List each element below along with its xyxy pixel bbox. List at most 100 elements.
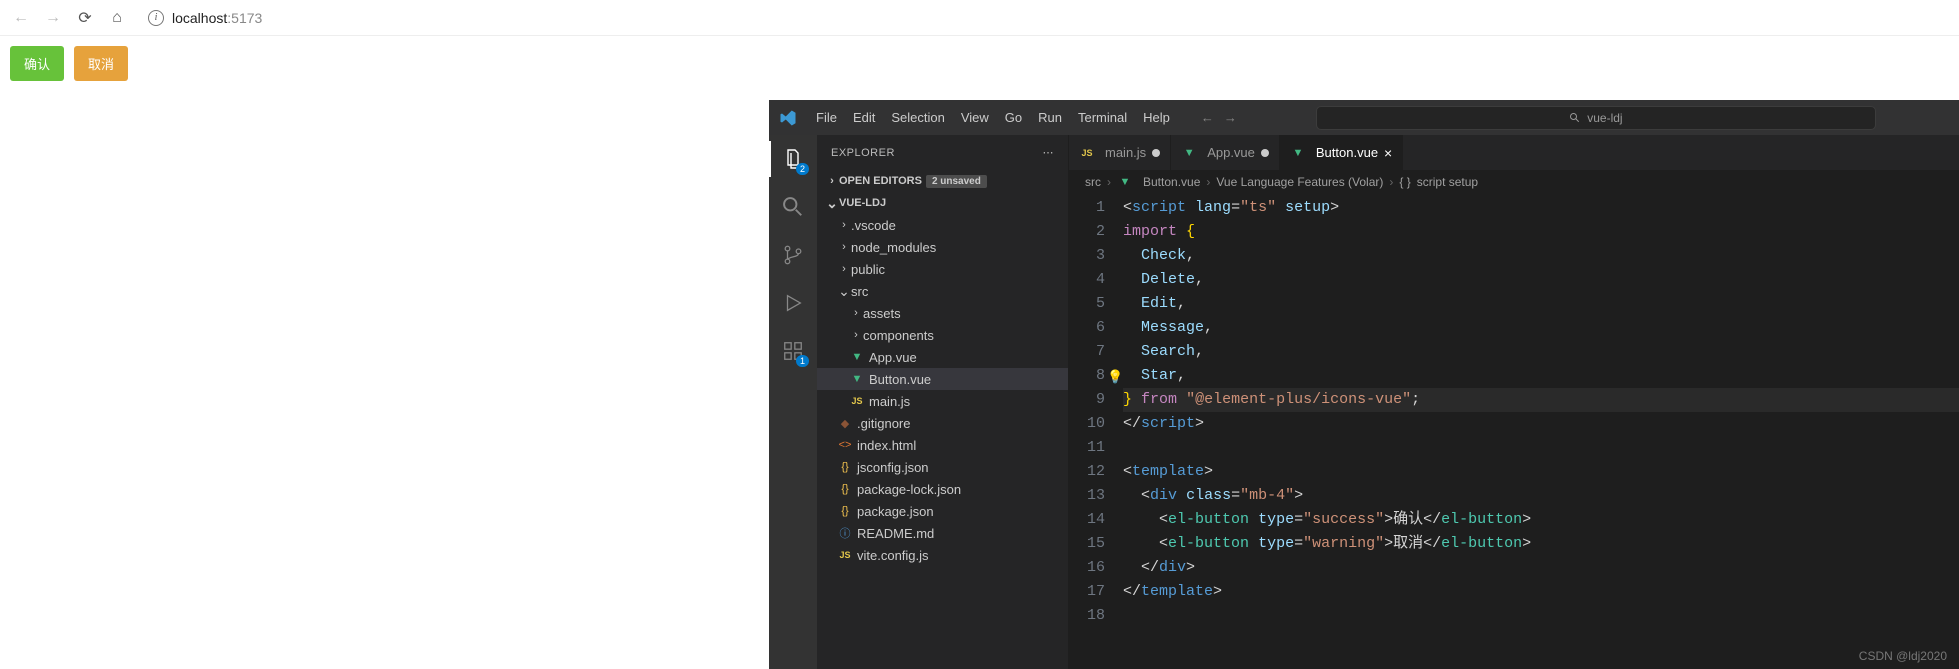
- tree-button-vue[interactable]: ▼Button.vue: [817, 368, 1068, 390]
- js-icon: JS: [1079, 145, 1095, 161]
- crumb-scope: script setup: [1417, 175, 1478, 189]
- menu-run[interactable]: Run: [1031, 106, 1069, 129]
- search-icon: [782, 196, 804, 218]
- branch-icon: [782, 244, 804, 266]
- code-editor[interactable]: 123456789101112131415161718 💡 <script la…: [1069, 194, 1959, 669]
- nav-back-icon[interactable]: ←: [1201, 110, 1214, 125]
- dirty-dot-icon: [1261, 149, 1269, 157]
- tab-main-js[interactable]: JSmain.js: [1069, 135, 1171, 170]
- lightbulb-icon[interactable]: 💡: [1107, 366, 1123, 390]
- menu-edit[interactable]: Edit: [846, 106, 882, 129]
- nav-forward-icon[interactable]: →: [1224, 110, 1237, 125]
- open-editors-section[interactable]: OPEN EDITORS 2 unsaved: [817, 170, 1068, 192]
- chevron-right-icon: [849, 307, 863, 319]
- confirm-button[interactable]: 确认: [10, 46, 64, 81]
- project-name: VUE-LDJ: [839, 197, 886, 209]
- sidebar-header: EXPLORER ⋯: [817, 135, 1068, 170]
- reload-icon[interactable]: ⟳: [76, 9, 94, 27]
- tree-index-html[interactable]: <>index.html: [817, 434, 1068, 456]
- tree-components[interactable]: components: [817, 324, 1068, 346]
- open-editors-label: OPEN EDITORS: [839, 175, 922, 187]
- tab-button-vue[interactable]: ▼Button.vue×: [1280, 135, 1403, 170]
- tab-app-vue[interactable]: ▼App.vue: [1171, 135, 1280, 170]
- extensions-badge: 1: [796, 355, 809, 367]
- vscode-window: File Edit Selection View Go Run Terminal…: [769, 100, 1959, 669]
- json-icon: {}: [837, 481, 853, 497]
- info-icon[interactable]: i: [148, 10, 164, 26]
- chevron-right-icon: [825, 175, 839, 187]
- tree-vscode[interactable]: .vscode: [817, 214, 1068, 236]
- chevron-right-icon: [837, 219, 851, 231]
- activity-bar: 2 1: [769, 135, 817, 669]
- tree-pkg-lock[interactable]: {}package-lock.json: [817, 478, 1068, 500]
- activity-extensions[interactable]: 1: [779, 337, 807, 365]
- chevron-right-icon: [837, 241, 851, 253]
- page-content: 确认 取消: [0, 36, 1959, 91]
- more-icon[interactable]: ⋯: [1043, 146, 1055, 159]
- activity-explorer[interactable]: 2: [779, 145, 807, 173]
- json-icon: {}: [837, 503, 853, 519]
- home-icon[interactable]: ⌂: [108, 9, 126, 27]
- play-icon: [782, 292, 804, 314]
- vue-icon: ▼: [849, 349, 865, 365]
- explorer-title: EXPLORER: [831, 147, 895, 159]
- html-icon: <>: [837, 437, 853, 453]
- breadcrumbs[interactable]: src› ▼Button.vue› Vue Language Features …: [1069, 170, 1959, 194]
- code-lines[interactable]: 💡 <script lang="ts" setup> import { Chec…: [1123, 196, 1959, 669]
- project-section[interactable]: VUE-LDJ: [817, 192, 1068, 214]
- tree-gitignore[interactable]: ◆.gitignore: [817, 412, 1068, 434]
- close-icon[interactable]: ×: [1384, 145, 1392, 161]
- tree-app-vue[interactable]: ▼App.vue: [817, 346, 1068, 368]
- activity-debug[interactable]: [779, 289, 807, 317]
- chevron-down-icon: [825, 198, 839, 208]
- line-gutter: 123456789101112131415161718: [1069, 196, 1123, 669]
- tree-pkg[interactable]: {}package.json: [817, 500, 1068, 522]
- vue-icon: ▼: [1181, 145, 1197, 161]
- tree-main-js[interactable]: JSmain.js: [817, 390, 1068, 412]
- search-placeholder: vue-ldj: [1587, 111, 1622, 125]
- json-icon: {}: [837, 459, 853, 475]
- editor-tabs: JSmain.js ▼App.vue ▼Button.vue×: [1069, 135, 1959, 170]
- tree-public[interactable]: public: [817, 258, 1068, 280]
- readme-icon: ⓘ: [837, 525, 853, 541]
- activity-search[interactable]: [779, 193, 807, 221]
- menu-help[interactable]: Help: [1136, 106, 1177, 129]
- menu-selection[interactable]: Selection: [884, 106, 951, 129]
- back-icon[interactable]: ←: [12, 9, 30, 27]
- menu-go[interactable]: Go: [998, 106, 1029, 129]
- menu-file[interactable]: File: [809, 106, 844, 129]
- cancel-button[interactable]: 取消: [74, 46, 128, 81]
- search-icon: [1569, 112, 1581, 124]
- tree-node-modules[interactable]: node_modules: [817, 236, 1068, 258]
- menu-view[interactable]: View: [954, 106, 996, 129]
- menu-terminal[interactable]: Terminal: [1071, 106, 1134, 129]
- tree-readme[interactable]: ⓘREADME.md: [817, 522, 1068, 544]
- chevron-right-icon: [837, 263, 851, 275]
- crumb-feature: Vue Language Features (Volar): [1216, 175, 1383, 189]
- tree-src[interactable]: src: [817, 280, 1068, 302]
- browser-toolbar: ← → ⟳ ⌂ i localhost:5173: [0, 0, 1959, 36]
- address-bar[interactable]: i localhost:5173: [148, 10, 262, 26]
- command-center[interactable]: vue-ldj: [1316, 106, 1876, 130]
- tree-vite-config[interactable]: JSvite.config.js: [817, 544, 1068, 566]
- editor-group: JSmain.js ▼App.vue ▼Button.vue× src› ▼Bu…: [1069, 135, 1959, 669]
- js-icon: JS: [849, 393, 865, 409]
- crumb-file: Button.vue: [1143, 175, 1200, 189]
- explorer-badge: 2: [796, 163, 809, 175]
- forward-icon: →: [44, 9, 62, 27]
- activity-scm[interactable]: [779, 241, 807, 269]
- titlebar: File Edit Selection View Go Run Terminal…: [769, 100, 1959, 135]
- menu-bar: File Edit Selection View Go Run Terminal…: [809, 106, 1177, 129]
- nav-arrows: ← →: [1201, 110, 1237, 125]
- vscode-logo-icon: [779, 109, 797, 127]
- vue-icon: ▼: [849, 371, 865, 387]
- url-text: localhost:5173: [172, 10, 262, 26]
- chevron-right-icon: [849, 329, 863, 341]
- tree-assets[interactable]: assets: [817, 302, 1068, 324]
- js-icon: JS: [837, 547, 853, 563]
- vue-icon: ▼: [1290, 145, 1306, 161]
- dirty-dot-icon: [1152, 149, 1160, 157]
- watermark: CSDN @ldj2020: [1859, 649, 1947, 663]
- chevron-down-icon: [837, 286, 851, 296]
- tree-jsconfig[interactable]: {}jsconfig.json: [817, 456, 1068, 478]
